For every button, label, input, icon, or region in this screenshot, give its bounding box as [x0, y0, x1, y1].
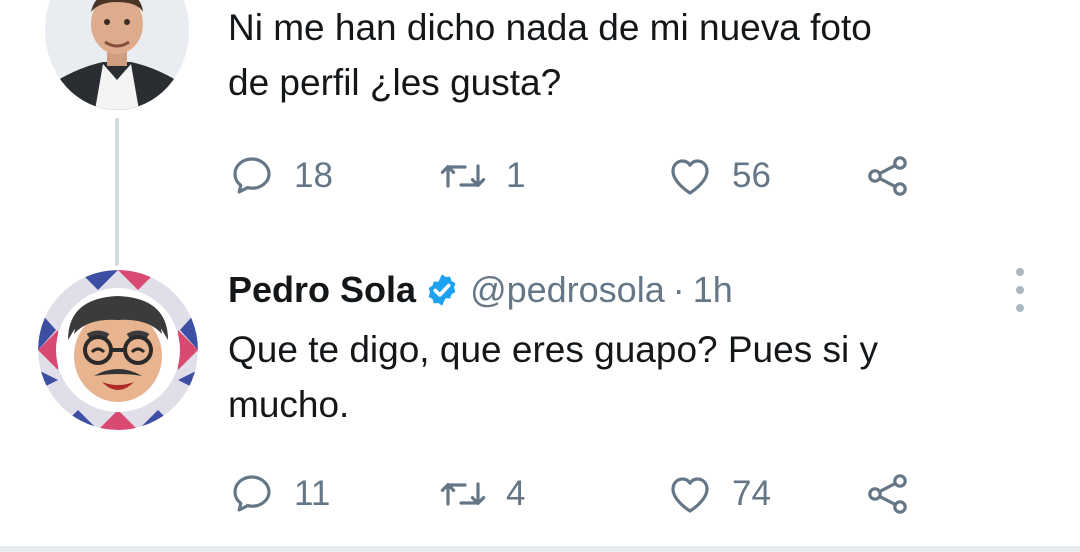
tweet-2-header: Pedro Sola @pedrosola · 1h: [228, 262, 733, 318]
retweet-icon: [440, 482, 486, 506]
reply-icon: [233, 157, 271, 194]
verified-badge-icon: [428, 274, 456, 306]
share-icon: [868, 156, 907, 196]
tweet-2-text-line-1: Que te digo, que eres guapo? Pues si y: [228, 329, 878, 370]
tweet-1-text-line-1: Ni me han dicho nada de mi nueva foto: [228, 7, 872, 48]
more-dot: [1016, 268, 1024, 276]
retweet-count: 4: [506, 474, 526, 513]
tweet-2-actions: 11 4 74: [228, 464, 948, 524]
reply-button[interactable]: 18: [228, 146, 333, 206]
retweet-button[interactable]: 1: [438, 146, 525, 206]
reply-count: 11: [294, 474, 331, 513]
more-dot: [1016, 304, 1024, 312]
more-options-icon[interactable]: [1008, 268, 1032, 312]
reply-icon: [233, 475, 271, 512]
reply-button[interactable]: 11: [228, 464, 330, 524]
share-button[interactable]: [864, 464, 912, 524]
separator-dot: ·: [672, 269, 685, 310]
retweet-icon: [440, 164, 486, 188]
tweet-1-actions: 18 1 56: [228, 146, 948, 206]
retweet-button[interactable]: 4: [438, 464, 525, 524]
tweet-1-text: Ni me han dicho nada de mi nueva foto de…: [228, 0, 1028, 110]
like-count: 74: [732, 474, 771, 513]
avatar-tweet-1[interactable]: [45, 0, 189, 110]
tweet-1-text-line-2: de perfil ¿les gusta?: [228, 62, 562, 103]
reply-count: 18: [294, 156, 333, 195]
heart-icon: [671, 477, 709, 513]
heart-icon: [671, 159, 709, 195]
tweet-2-text-line-2: mucho.: [228, 384, 350, 425]
like-button[interactable]: 74: [666, 464, 771, 524]
like-button[interactable]: 56: [666, 146, 771, 206]
tweet-2-text: Que te digo, que eres guapo? Pues si y m…: [228, 322, 1028, 432]
share-button[interactable]: [864, 146, 912, 206]
tweet-timestamp[interactable]: 1h: [693, 269, 733, 311]
share-icon: [868, 474, 907, 514]
avatar-tweet-2[interactable]: [38, 270, 198, 430]
bottom-divider: [0, 546, 1080, 552]
author-handle[interactable]: @pedrosola: [470, 269, 665, 311]
avatar-caricature-icon: [38, 270, 198, 430]
author-name[interactable]: Pedro Sola: [228, 269, 416, 311]
thread-line: [115, 118, 119, 266]
retweet-count: 1: [506, 156, 526, 195]
more-dot: [1016, 286, 1024, 294]
like-count: 56: [732, 156, 771, 195]
avatar-portrait-icon: [45, 0, 189, 110]
